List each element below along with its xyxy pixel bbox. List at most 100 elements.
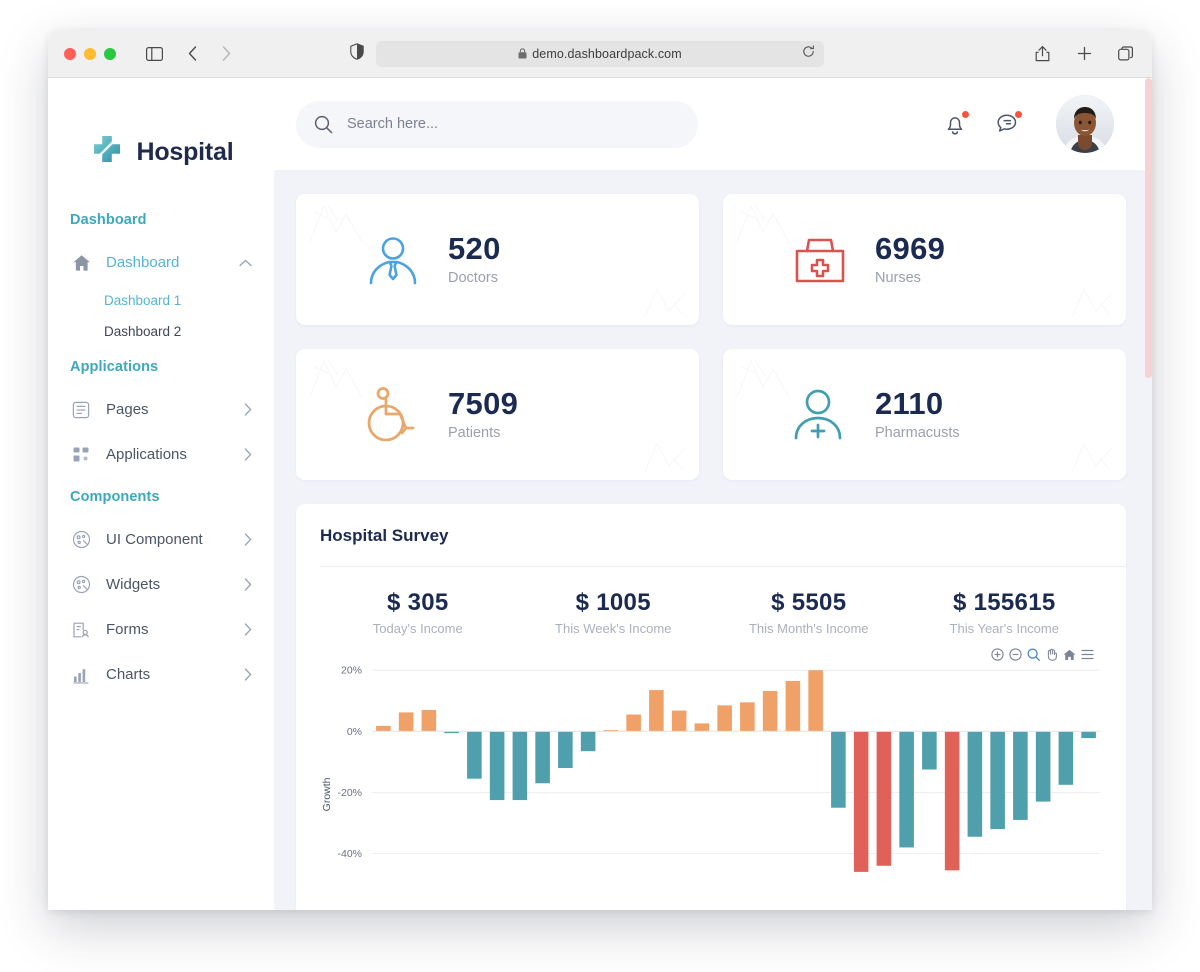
stat-value: 2110: [875, 386, 944, 422]
stat-label: Patients: [448, 424, 501, 441]
growth-bar-chart[interactable]: 20% 0% -20% -40% Growth: [320, 650, 1110, 880]
user-avatar[interactable]: [1056, 95, 1114, 153]
new-tab-icon[interactable]: [1070, 40, 1098, 68]
scrollbar-thumb[interactable]: [1145, 78, 1152, 378]
chart-bar[interactable]: [694, 723, 710, 732]
sidebar-subitem-dashboard-2[interactable]: Dashboard 2: [48, 316, 274, 347]
chart-bar[interactable]: [398, 712, 414, 732]
chart-bar[interactable]: [1035, 731, 1051, 802]
notification-badge: [961, 109, 970, 119]
sidebar-item-ui-component[interactable]: UI Component: [48, 517, 274, 562]
chart-bar[interactable]: [1013, 731, 1028, 820]
browser-titlebar: demo.dashboardpack.com: [48, 30, 1152, 78]
minimize-window-button[interactable]: [84, 47, 96, 60]
chart-bar[interactable]: [922, 731, 937, 770]
stat-card-doctors[interactable]: 520 Doctors: [296, 194, 699, 325]
sidebar-toggle-icon[interactable]: [140, 40, 168, 68]
sidebar-item-pages[interactable]: Pages: [48, 387, 274, 432]
tab-overview-icon[interactable]: [1112, 40, 1140, 68]
sidebar-item-label: UI Component: [106, 531, 203, 548]
maximize-window-button[interactable]: [104, 47, 116, 60]
close-window-button[interactable]: [64, 47, 76, 60]
chart-bar[interactable]: [717, 705, 732, 732]
share-icon[interactable]: [1028, 40, 1056, 68]
page-scrollbar[interactable]: [1145, 78, 1152, 910]
chart-bar[interactable]: [785, 680, 801, 732]
page-title: Hospital Survey: [320, 526, 449, 545]
income-caption: This Month's Income: [748, 621, 869, 636]
chart-bar[interactable]: [535, 731, 550, 784]
nurse-bag-icon: [791, 231, 849, 289]
chart-bar[interactable]: [762, 691, 778, 732]
sidebar-subitem-dashboard-1[interactable]: Dashboard 1: [48, 285, 274, 316]
form-user-icon: [70, 619, 92, 641]
nav-heading-dashboard: Dashboard: [70, 212, 147, 228]
reload-icon[interactable]: [802, 44, 815, 63]
chevron-right-icon[interactable]: [244, 448, 252, 461]
stat-card-pharmacists[interactable]: 2110 Pharmacusts: [723, 349, 1126, 480]
palette-icon: [70, 574, 92, 596]
sidebar-item-forms[interactable]: Forms: [48, 607, 274, 652]
chart-bar[interactable]: [376, 725, 391, 732]
chart-bar[interactable]: [467, 731, 482, 779]
chart-bar[interactable]: [671, 710, 687, 732]
search-input[interactable]: [347, 116, 680, 132]
stat-value: 7509: [448, 386, 519, 422]
privacy-shield-icon[interactable]: [350, 42, 364, 65]
chart-bar[interactable]: [967, 731, 983, 837]
chevron-right-icon[interactable]: [244, 623, 252, 636]
search-box[interactable]: [296, 100, 698, 148]
chart-bar[interactable]: [489, 731, 505, 801]
chart-bar[interactable]: [899, 731, 914, 848]
chevron-right-icon[interactable]: [244, 668, 252, 681]
selection-zoom-icon[interactable]: [1027, 648, 1040, 661]
notification-bell-icon[interactable]: [943, 109, 970, 137]
chart-bar[interactable]: [512, 731, 528, 801]
chart-bar[interactable]: [1058, 731, 1074, 785]
income-today: $ 305 Today's Income: [320, 589, 516, 636]
brand-logo[interactable]: Hospital: [48, 104, 274, 200]
sidebar-item-widgets[interactable]: Widgets: [48, 562, 274, 607]
chart-bar[interactable]: [1081, 731, 1096, 739]
browser-back-button[interactable]: [178, 40, 206, 68]
chart-bar[interactable]: [626, 714, 641, 732]
stat-card-patients[interactable]: 7509 Patients: [296, 349, 699, 480]
chart-bar[interactable]: [990, 731, 1005, 830]
chart-bar[interactable]: [853, 731, 869, 872]
chart-bar[interactable]: [740, 702, 755, 732]
home-reset-icon[interactable]: [1063, 649, 1076, 661]
chart-bar[interactable]: [558, 731, 573, 768]
chevron-right-icon[interactable]: [244, 533, 252, 546]
url-bar[interactable]: demo.dashboardpack.com: [376, 40, 824, 67]
stat-label: Nurses: [875, 269, 921, 286]
chevron-right-icon[interactable]: [244, 578, 252, 591]
stat-cards-grid: 520 Doctors 6969 Nurses 7509 Patients 21…: [296, 194, 1126, 480]
browser-toolbar-right: [1028, 40, 1140, 68]
chart-bar[interactable]: [421, 709, 437, 732]
chart-bar[interactable]: [944, 731, 960, 871]
chart-bar[interactable]: [649, 690, 664, 732]
sidebar-item-charts[interactable]: Charts: [48, 652, 274, 697]
palette-icon: [70, 529, 92, 551]
stat-card-nurses[interactable]: 6969 Nurses: [723, 194, 1126, 325]
chevron-up-icon[interactable]: [239, 259, 252, 267]
sidebar-item-applications[interactable]: Applications: [48, 432, 274, 477]
lock-icon: [518, 48, 527, 59]
chart-bar[interactable]: [876, 731, 892, 866]
income-amount: $ 305: [386, 589, 449, 616]
chart-bar[interactable]: [580, 731, 596, 752]
chart-bar[interactable]: [808, 670, 823, 732]
menu-icon[interactable]: [1081, 649, 1094, 660]
zoom-in-icon[interactable]: [991, 648, 1004, 661]
pan-icon[interactable]: [1045, 648, 1058, 661]
sidebar-item-dashboard[interactable]: Dashboard: [48, 240, 274, 285]
sidebar-item-label: Widgets: [106, 576, 161, 593]
pharmacist-icon: [791, 386, 849, 444]
chart-bar[interactable]: [831, 731, 846, 808]
chevron-right-icon[interactable]: [244, 403, 252, 416]
zoom-out-icon[interactable]: [1009, 648, 1022, 661]
messages-chat-icon[interactable]: [995, 110, 1023, 136]
search-icon: [314, 115, 333, 134]
browser-forward-button[interactable]: [212, 40, 240, 68]
pages-icon: [70, 399, 92, 421]
